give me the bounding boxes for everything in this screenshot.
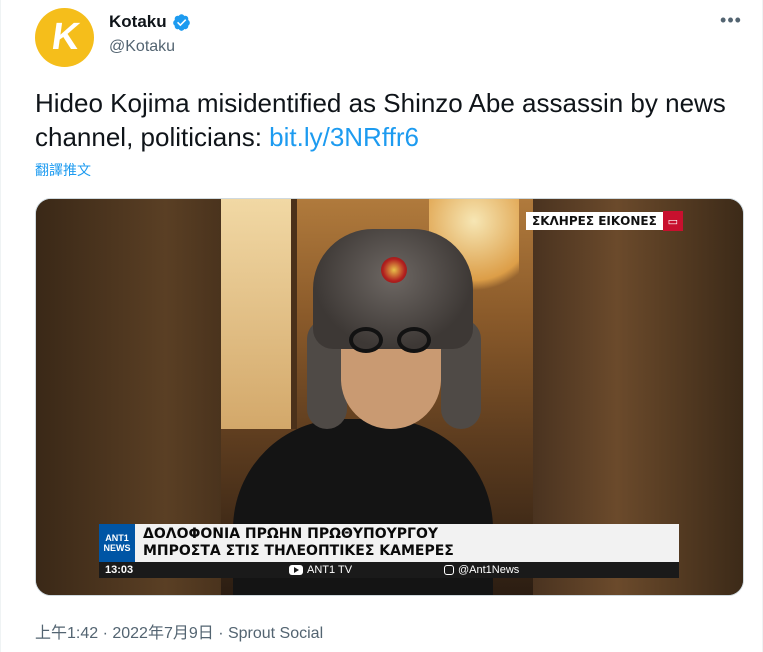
ticker-instagram-label: @Ant1News [458, 564, 520, 576]
author-handle[interactable]: @Kotaku [109, 38, 175, 56]
author-name-row: Kotaku [109, 12, 191, 32]
hat-badge-icon [381, 257, 407, 283]
logo-bottom-text: NEWS [103, 543, 131, 553]
tweet-card: K Kotaku @Kotaku ••• Hideo Kojima miside… [0, 0, 763, 652]
ticker-time: 13:03 [105, 564, 134, 576]
news-ticker: 13:03 ANT1 TV @Ant1News [99, 562, 679, 578]
photo-window [221, 199, 297, 429]
ticker-youtube: ANT1 TV [289, 564, 352, 576]
ticker-instagram: @Ant1News [444, 564, 519, 576]
avatar-logo: K [48, 16, 81, 58]
graphic-warning-tag: ΣΚΛΗΡΕΣ ΕΙΚΟΝΕΣ ▭ [526, 211, 683, 231]
glasses-left [349, 327, 383, 353]
headline-line-1: ΔΟΛΟΦΟΝΙΑ ΠΡΩΗΝ ΠΡΩΘΥΠΟΥΡΓΟΥ [143, 526, 438, 542]
ant1-news-logo: ANT1 NEWS [99, 524, 135, 562]
author-display-name[interactable]: Kotaku [109, 12, 167, 32]
verified-badge-icon [172, 13, 190, 31]
tweet-link[interactable]: bit.ly/3NRffr6 [269, 122, 419, 152]
tweet-timestamp[interactable]: 上午1:42 · 2022年7月9日 · Sprout Social [35, 619, 323, 643]
folder-icon: ▭ [662, 211, 683, 231]
news-lower-third: ANT1 NEWS ΔΟΛΟΦΟΝΙΑ ΠΡΩΗΝ ΠΡΩΘΥΠΟΥΡΓΟΥ Μ… [99, 524, 679, 562]
glasses-right [397, 327, 431, 353]
avatar[interactable]: K [35, 8, 94, 67]
tweet-text: Hideo Kojima misidentified as Shinzo Abe… [35, 86, 735, 154]
instagram-icon [444, 565, 454, 575]
headline-line-2: ΜΠΡΟΣΤΑ ΣΤΙΣ ΤΗΛΕΟΠΤΙΚΕΣ ΚΑΜΕΡΕΣ [143, 543, 454, 559]
news-headline: ΔΟΛΟΦΟΝΙΑ ΠΡΩΗΝ ΠΡΩΘΥΠΟΥΡΓΟΥ ΜΠΡΟΣΤΑ ΣΤΙ… [143, 526, 673, 560]
logo-top-text: ANT1 [105, 533, 129, 543]
tweet-media-image[interactable]: ΣΚΛΗΡΕΣ ΕΙΚΟΝΕΣ ▭ ANT1 NEWS ΔΟΛΟΦΟΝΙΑ ΠΡ… [35, 198, 744, 596]
youtube-icon [289, 565, 303, 575]
fur-hat [313, 229, 473, 349]
ticker-youtube-label: ANT1 TV [307, 564, 353, 576]
tag-text: ΣΚΛΗΡΕΣ ΕΙΚΟΝΕΣ [526, 212, 663, 230]
more-options-icon[interactable]: ••• [717, 6, 745, 34]
translate-tweet-link[interactable]: 翻譯推文 [35, 160, 91, 180]
